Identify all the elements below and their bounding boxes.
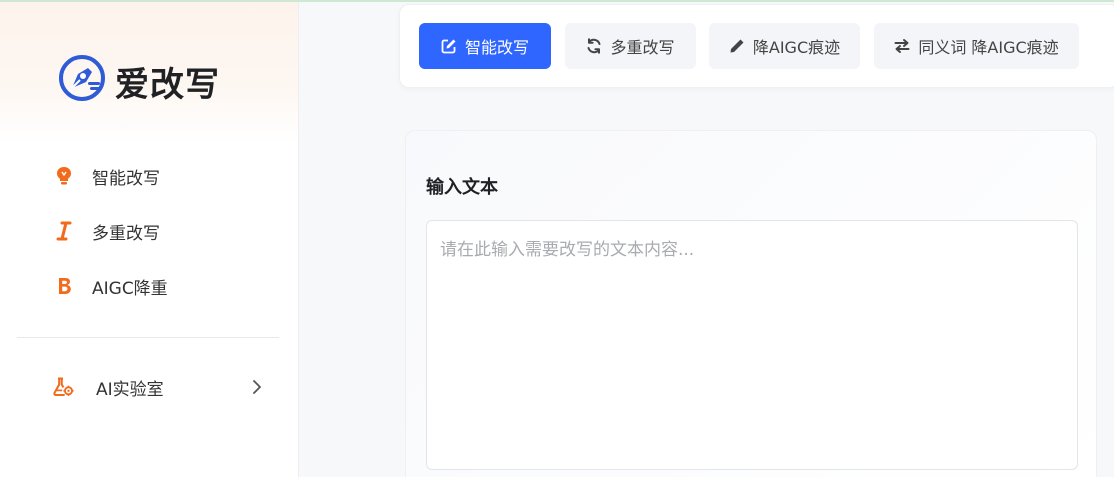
sidebar-divider: [17, 337, 279, 338]
bold-icon: [53, 275, 75, 297]
sidebar-item-label: 智能改写: [92, 168, 160, 189]
input-textarea[interactable]: [426, 220, 1078, 470]
tab-reduce-aigc[interactable]: 降AIGC痕迹: [709, 23, 860, 69]
tab-synonym-reduce-aigc[interactable]: 同义词 降AIGC痕迹: [874, 23, 1079, 69]
logo-pen-icon[interactable]: [58, 54, 106, 102]
logo-text[interactable]: 爱改写: [115, 57, 220, 106]
swap-icon: [894, 39, 910, 53]
tab-label: 多重改写: [610, 38, 675, 57]
input-title: 输入文本: [426, 177, 498, 198]
chevron-right-icon[interactable]: [250, 380, 264, 394]
edit-icon: [441, 39, 456, 54]
logo-area: 爱改写: [0, 2, 298, 143]
sidebar-item-label: AIGC降重: [92, 278, 168, 299]
sidebar-item-ai-lab[interactable]: AI实验室: [0, 367, 299, 407]
tab-smart-rewrite[interactable]: 智能改写: [419, 23, 551, 69]
tab-label: 智能改写: [464, 38, 529, 57]
lightbulb-icon: [53, 165, 75, 187]
italic-icon: [53, 220, 75, 242]
sidebar-item-label: AI实验室: [96, 379, 164, 400]
input-card: 输入文本: [405, 130, 1097, 477]
flask-gear-icon: [52, 376, 74, 398]
sidebar-item-multi-rewrite[interactable]: 多重改写: [0, 211, 299, 251]
mode-toolbar: 智能改写 多重改写 降AIGC痕迹 同义词 降AIGC痕迹: [399, 4, 1114, 88]
sidebar-item-aigc-dedup[interactable]: AIGC降重: [0, 266, 299, 306]
sidebar: 爱改写 智能改写 多重改写 AIGC降重 AI实验室: [0, 2, 299, 477]
tab-multi-rewrite[interactable]: 多重改写: [565, 23, 696, 69]
sidebar-item-smart-rewrite[interactable]: 智能改写: [0, 156, 299, 196]
tab-label: 同义词 降AIGC痕迹: [918, 38, 1059, 57]
pencil-icon: [730, 39, 744, 53]
sidebar-item-label: 多重改写: [92, 223, 160, 244]
refresh-icon: [587, 38, 601, 54]
tab-label: 降AIGC痕迹: [752, 38, 841, 57]
